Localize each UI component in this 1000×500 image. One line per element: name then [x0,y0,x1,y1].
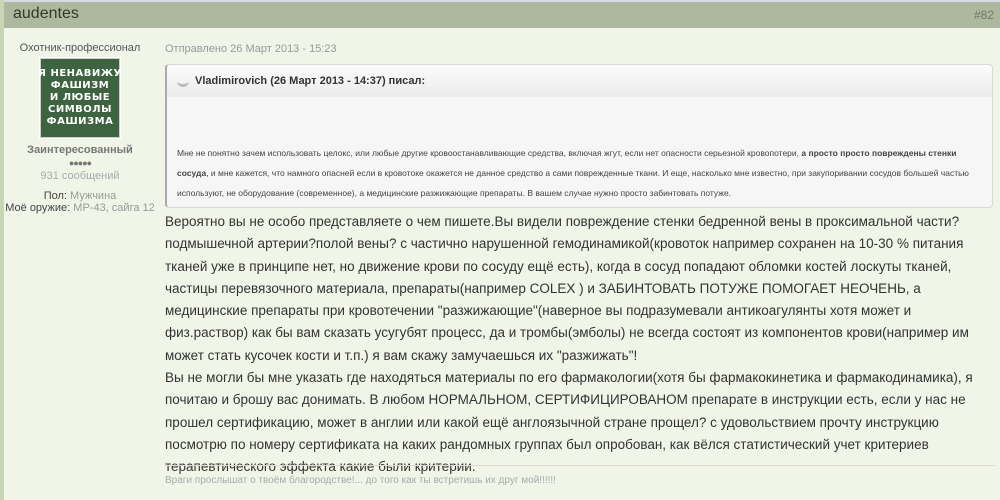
post-date: Отправлено 26 Март 2013 - 15:23 [165,43,337,55]
post-count: 931 сообщений [40,170,120,182]
avatar[interactable]: Я НЕНАВИЖУ ФАШИЗМ И ЛЮБЫЕ СИМВОЛЫ ФАШИЗМ… [38,58,121,138]
post-paragraph: Вы не могли бы мне указать где находятьс… [165,370,973,475]
signature: Враги прослышат о твоём благородстве!...… [165,475,556,486]
rank-pips: ●●●●● [68,158,92,168]
quote-text-part: , и мне кажется, что намного опасней есл… [177,168,969,198]
gender-value: Мужчина [70,190,117,202]
signature-divider [165,465,995,466]
quote-icon [177,76,189,87]
post-number-link[interactable]: #82 [974,8,994,22]
post-paragraph: Вероятно вы не особо представляете о чем… [165,214,969,363]
post-header: audentes #82 [4,0,1000,28]
quote-text-part: Мне не понятно зачем использовать целокс… [177,148,802,158]
quote-text: Мне не понятно зачем использовать целокс… [177,143,986,203]
quote-header: Vladimirovich (26 Март 2013 - 14:37) пис… [167,65,992,97]
gender-label: Пол: [43,190,67,202]
quote-block: Vladimirovich (26 Март 2013 - 14:37) пис… [165,64,993,208]
weapon-label: Моё оружие: [5,202,71,214]
post-body: Вероятно вы не особо представляете о чем… [165,211,995,479]
user-info: Охотник-профессионал Я НЕНАВИЖУ ФАШИЗМ И… [4,42,156,214]
quote-author: Vladimirovich (26 Март 2013 - 14:37) пис… [195,75,426,87]
weapon-value: МР-43, сайга 12 [73,202,155,214]
user-title: Охотник-профессионал [19,42,141,54]
user-group: Заинтересованный [27,144,133,156]
post-author-link[interactable]: audentes [13,5,79,23]
